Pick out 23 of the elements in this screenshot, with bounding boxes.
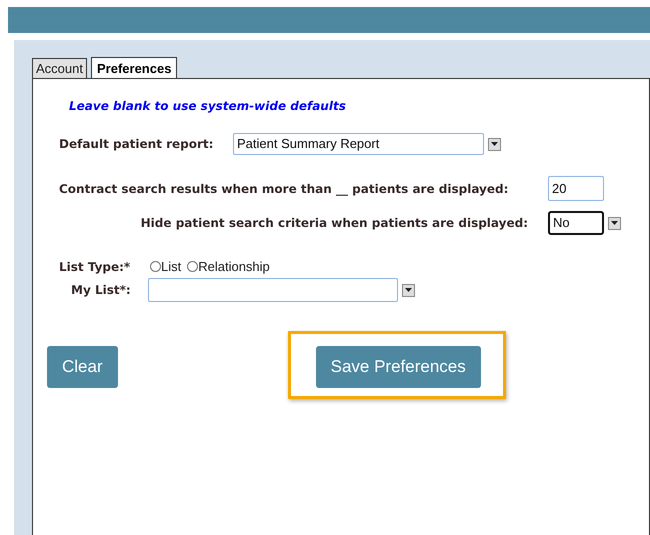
radio-option[interactable]: Relationship — [187, 259, 270, 274]
caret-icon — [611, 221, 618, 225]
hint-text: Leave blank to use system-wide defaults — [69, 99, 347, 113]
clear-button[interactable]: Clear — [47, 346, 118, 388]
report-select[interactable]: Patient Summary Report — [233, 133, 484, 155]
field-label: Hide patient search criteria when patients are displayed: — [140, 216, 528, 230]
dropdown-button[interactable] — [608, 216, 621, 230]
caret-icon — [491, 142, 498, 146]
field-label: Contract search results when more than __ patients are displayed: — [59, 182, 510, 196]
radio-option[interactable]: List — [150, 259, 182, 274]
save-preferences-button[interactable]: Save Preferences — [316, 346, 481, 388]
radio-icon[interactable] — [150, 261, 161, 272]
dropdown-button[interactable] — [402, 284, 415, 296]
field-label: Default patient report: — [59, 137, 214, 151]
field-label: My List*: — [70, 283, 132, 297]
tab[interactable]: Preferences — [90, 57, 178, 78]
hide-criteria-select[interactable]: No — [548, 211, 604, 235]
field-label: List Type:* — [59, 260, 132, 274]
caret-icon — [405, 288, 412, 292]
radio-icon[interactable] — [187, 261, 198, 272]
input-field[interactable]: 20 — [548, 176, 604, 201]
tab[interactable]: Account — [32, 58, 87, 78]
dropdown-button[interactable] — [488, 138, 501, 150]
